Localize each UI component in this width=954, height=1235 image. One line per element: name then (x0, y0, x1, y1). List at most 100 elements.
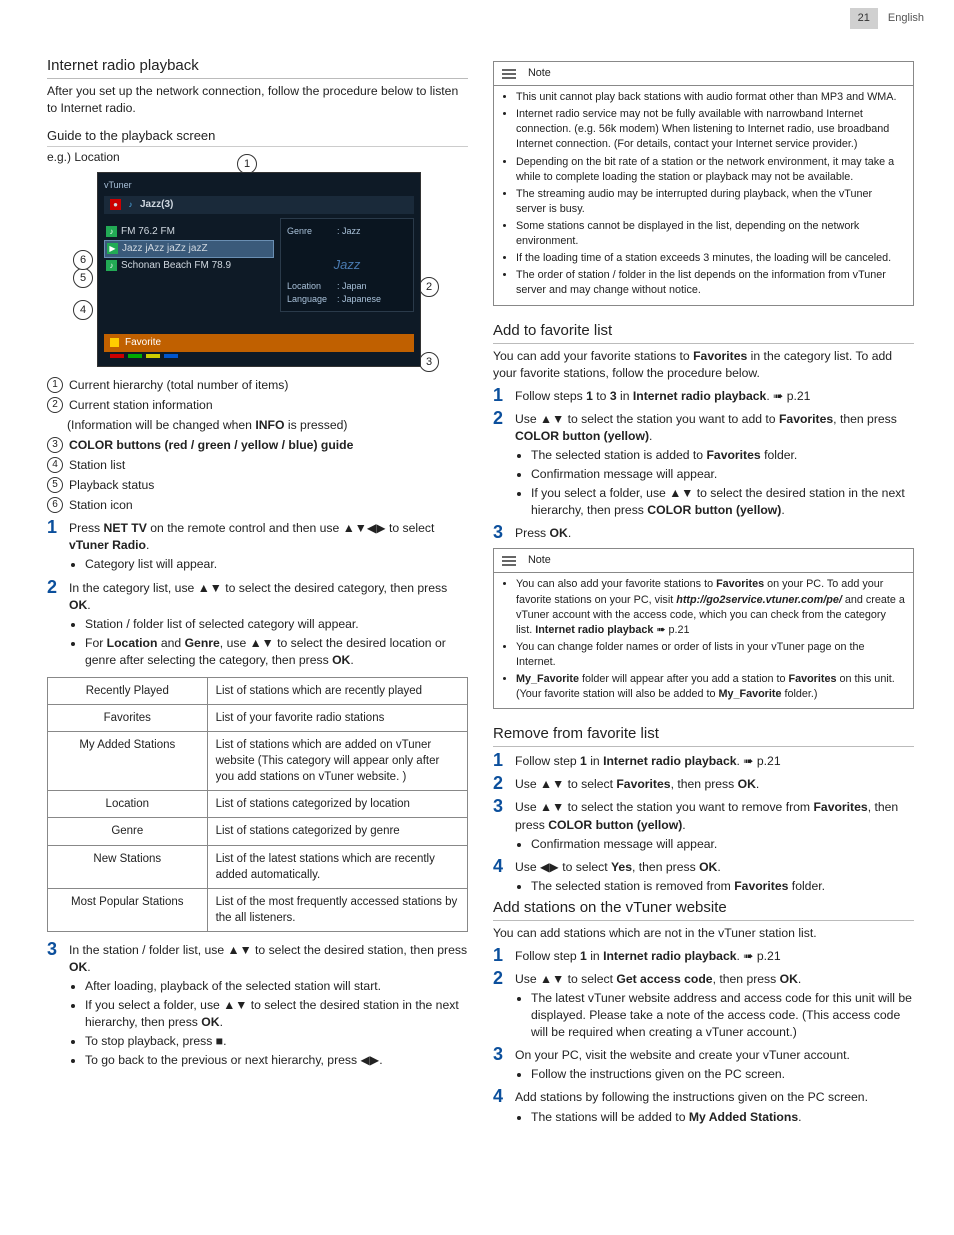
cat-3-name: Location (48, 791, 208, 818)
addfav-step-1: Follow steps 1 to 3 in Internet radio pl… (515, 386, 914, 405)
page-lang: English (888, 11, 924, 26)
step-1: Press NET TV on the remote control and t… (69, 518, 468, 554)
legend-5: Playback status (69, 477, 468, 494)
note-title-1: Note (528, 66, 551, 81)
legend-4: Station list (69, 457, 468, 474)
remfav-num-1: 1 (493, 751, 515, 770)
note-box-2: Note You can also add your favorite stat… (493, 548, 914, 709)
remfav-num-3: 3 (493, 797, 515, 833)
remfav-num-4: 4 (493, 857, 515, 876)
note-box-1: Note This unit cannot play back stations… (493, 61, 914, 306)
addfav-step-3: Press OK. (515, 523, 914, 542)
legend-num-5: 5 (47, 477, 63, 493)
tv-row3: Schonan Beach FM 78.9 (121, 259, 231, 273)
remfav-step-3: Use ▲▼ to select the station you want to… (515, 797, 914, 833)
addvt-step-1: Follow step 1 in Internet radio playback… (515, 946, 914, 965)
addvt-num-3: 3 (493, 1045, 515, 1064)
tv-brand: vTuner (104, 179, 132, 192)
addfav-s2-b3: If you select a folder, use ▲▼ to select… (531, 485, 914, 519)
example-label: e.g.) Location (47, 149, 468, 166)
note1-item: Some stations cannot be displayed in the… (516, 219, 905, 249)
remfav-s4-b1: The selected station is removed from Fav… (531, 878, 914, 895)
note1-item: The streaming audio may be interrupted d… (516, 187, 905, 217)
tv-hierarchy: Jazz(3) (140, 198, 173, 212)
left-column: Internet radio playback After you set up… (47, 55, 468, 1128)
cat-4-name: Genre (48, 818, 208, 845)
cat-5-desc: List of the latest stations which are re… (207, 845, 467, 888)
step-3-bullet-4: To go back to the previous or next hiera… (85, 1052, 468, 1069)
note2-item-2: You can change folder names or order of … (516, 640, 905, 670)
legend-num-1: 1 (47, 377, 63, 393)
tv-row1: FM 76.2 FM (121, 225, 175, 239)
remfav-step-4: Use ◀▶ to select Yes, then press OK. (515, 857, 914, 876)
note2-item-1: You can also add your favorite stations … (516, 577, 905, 637)
note1-item: If the loading time of a station exceeds… (516, 251, 905, 266)
page-number: 21 (850, 8, 878, 29)
step-num-2: 2 (47, 578, 69, 614)
addvt-s4-b1: The stations will be added to My Added S… (531, 1109, 914, 1126)
callout-1: 1 (237, 154, 257, 174)
intro-text: After you set up the network connection,… (47, 83, 468, 117)
note-title-2: Note (528, 553, 551, 568)
addvt-num-2: 2 (493, 969, 515, 988)
step-2-bullet-2: For Location and Genre, use ▲▼ to select… (85, 635, 468, 669)
addvt-num-1: 1 (493, 946, 515, 965)
addvt-intro: You can add stations which are not in th… (493, 925, 914, 942)
legend-2-extra: (Information will be changed when INFO i… (67, 417, 468, 434)
note1-item: Internet radio service may not be fully … (516, 107, 905, 152)
note2-item-3: My_Favorite folder will appear after you… (516, 672, 905, 702)
addfav-num-2: 2 (493, 409, 515, 445)
legend-6: Station icon (69, 497, 468, 514)
heading-guide: Guide to the playback screen (47, 127, 468, 147)
step-3-bullet-2: If you select a folder, use ▲▼ to select… (85, 997, 468, 1031)
step-num-1: 1 (47, 518, 69, 554)
yellow-square-icon (110, 338, 119, 347)
addvt-s3-b1: Follow the instructions given on the PC … (531, 1066, 914, 1083)
tv-info-panel: Genre: Jazz Jazz Location: Japan Languag… (280, 218, 414, 312)
cat-0-name: Recently Played (48, 677, 208, 704)
heading-internet-radio: Internet radio playback (47, 55, 468, 79)
playback-screenshot: 1 2 3 4 5 6 vTuner ● ♪ Jazz(3) ♪FM 76.2 … (77, 172, 437, 367)
legend-num-3: 3 (47, 437, 63, 453)
addfav-step-2: Use ▲▼ to select the station you want to… (515, 409, 914, 445)
note1-item: This unit cannot play back stations with… (516, 90, 905, 105)
step-num-3: 3 (47, 940, 69, 976)
step-2-bullet-1: Station / folder list of selected catego… (85, 616, 468, 633)
addvt-step-4: Add stations by following the instructio… (515, 1087, 914, 1106)
heading-add-vtuner: Add stations on the vTuner website (493, 897, 914, 921)
cat-4-desc: List of stations categorized by genre (207, 818, 467, 845)
category-table: Recently Played List of stations which ar… (47, 677, 468, 932)
cat-1-desc: List of your favorite radio stations (207, 705, 467, 732)
step-1-bullet: Category list will appear. (85, 556, 468, 573)
rec-icon: ● (110, 199, 121, 210)
remfav-num-2: 2 (493, 774, 515, 793)
cat-2-name: My Added Stations (48, 732, 208, 791)
cat-3-desc: List of stations categorized by location (207, 791, 467, 818)
music-icon: ♪ (125, 199, 136, 210)
remfav-step-2: Use ▲▼ to select Favorites, then press O… (515, 774, 914, 793)
station-icon: ♪ (106, 226, 117, 237)
note1-item: Depending on the bit rate of a station o… (516, 155, 905, 185)
station-icon: ♪ (106, 260, 117, 271)
addvt-step-3: On your PC, visit the website and create… (515, 1045, 914, 1064)
cat-6-name: Most Popular Stations (48, 888, 208, 931)
legend-2: Current station information (69, 397, 468, 414)
legend-num-4: 4 (47, 457, 63, 473)
heading-remove-favorite: Remove from favorite list (493, 723, 914, 747)
cat-6-desc: List of the most frequently accessed sta… (207, 888, 467, 931)
callout-4: 4 (73, 300, 93, 320)
cat-2-desc: List of stations which are added on vTun… (207, 732, 467, 791)
step-3-bullet-3: To stop playback, press ■. (85, 1033, 468, 1050)
note-icon (502, 554, 520, 568)
legend-num-2: 2 (47, 397, 63, 413)
addvt-step-2: Use ▲▼ to select Get access code, then p… (515, 969, 914, 988)
heading-add-favorite: Add to favorite list (493, 320, 914, 344)
callout-2: 2 (419, 277, 439, 297)
note-icon (502, 67, 520, 81)
addfav-s2-b1: The selected station is added to Favorit… (531, 447, 914, 464)
addfav-num-1: 1 (493, 386, 515, 405)
play-icon: ▶ (107, 243, 118, 254)
legend-num-6: 6 (47, 497, 63, 513)
tv-favorite: Favorite (125, 336, 161, 350)
addvt-s2-b1: The latest vTuner website address and ac… (531, 990, 914, 1041)
